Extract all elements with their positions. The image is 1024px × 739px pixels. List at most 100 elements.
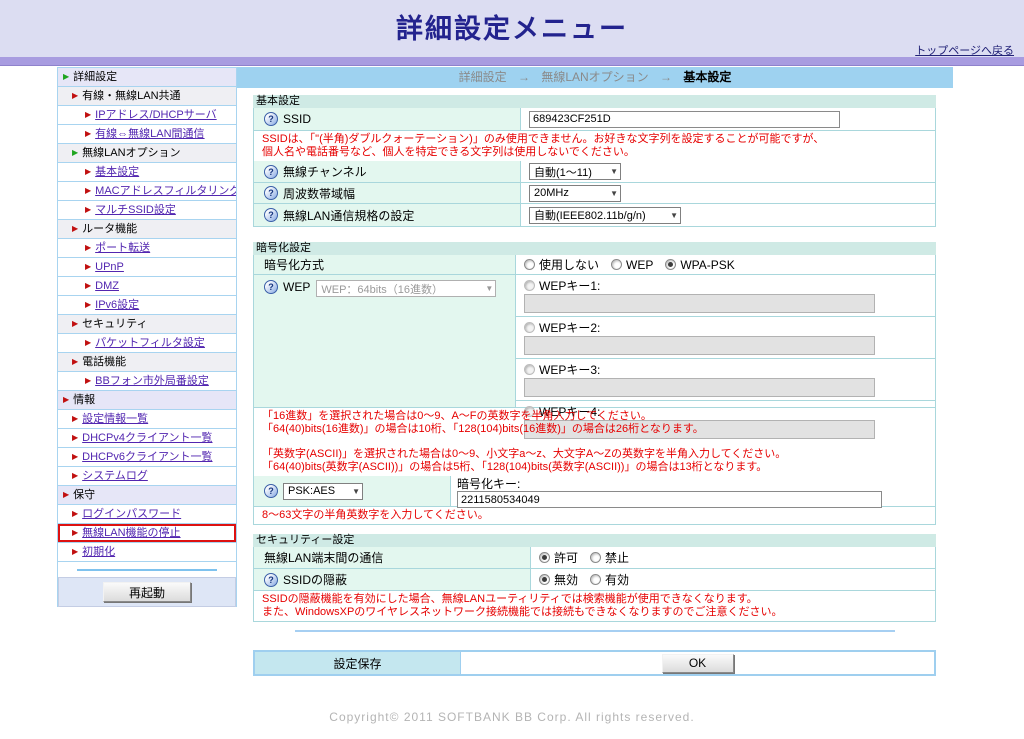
- triangle-icon: ▶: [85, 338, 92, 347]
- sidebar-item-wireless-lan-options: ▶ 無線LANオプション: [58, 144, 236, 163]
- ssid-input[interactable]: [529, 110, 840, 128]
- encryption-settings-caption: 暗号化設定: [253, 242, 936, 255]
- channel-select[interactable]: 自動(1～11): [529, 163, 621, 180]
- sidebar-item-multi-ssid[interactable]: ▶ マルチSSID設定: [58, 201, 236, 220]
- restart-button[interactable]: 再起動: [103, 582, 191, 602]
- header-divider-bar: [0, 57, 1024, 66]
- sidebar-item-upnp[interactable]: ▶ UPnP: [58, 258, 236, 277]
- standard-label-cell: ? 無線LAN通信規格の設定: [254, 204, 521, 226]
- triangle-icon: ▶: [72, 319, 79, 328]
- triangle-icon: ▶: [63, 490, 70, 499]
- ssid-note: SSIDは、「"(半角)ダブルクォーテーション)」のみ使用できません。お好きな文…: [254, 131, 935, 161]
- main-content: 基本設定 ? SSID SSIDは、「"(半角)ダブルクォーテーション)」のみ使…: [253, 95, 936, 622]
- wep-label: WEP: [283, 280, 311, 294]
- radio-stealth-on[interactable]: [590, 574, 602, 585]
- sidebar-item-bbphone-area-code[interactable]: ▶ BBフォン市外局番設定: [58, 372, 236, 391]
- sidebar-item-system-log[interactable]: ▶ システムログ: [58, 467, 236, 486]
- sidebar-item-dhcpv6-clients[interactable]: ▶ DHCPv6クライアント一覧: [58, 448, 236, 467]
- triangle-icon: ▶: [72, 148, 79, 157]
- sidebar-item-phone-functions: ▶ 電話機能: [58, 353, 236, 372]
- triangle-icon: ▶: [85, 186, 92, 195]
- terminal-comm-label-cell: 無線LAN端末間の通信: [254, 547, 531, 568]
- wep-type-select: WEP：64bits（16進数）: [316, 280, 497, 297]
- wep-key-3-input: [524, 378, 875, 397]
- encryption-settings-table: 暗号化方式 使用しない WEP WPA-PSK ? WEP WEP：64bits…: [253, 255, 936, 525]
- ssid-stealth-label: SSIDの隠蔽: [283, 573, 348, 587]
- sidebar-item-port-forwarding[interactable]: ▶ ポート転送: [58, 239, 236, 258]
- triangle-icon: ▶: [72, 452, 79, 461]
- help-icon[interactable]: ?: [264, 208, 278, 222]
- triangle-icon: ▶: [85, 243, 92, 252]
- triangle-icon: ▶: [85, 300, 92, 309]
- triangle-icon: ▶: [63, 395, 70, 404]
- sidebar-item-dmz[interactable]: ▶ DMZ: [58, 277, 236, 296]
- terminal-comm-label: 無線LAN端末間の通信: [264, 551, 384, 565]
- sidebar: ▶ 詳細設定 ▶ 有線・無線LAN共通 ▶ IPアドレス/DHCPサーバ ▶ 有線⇔無線…: [57, 67, 237, 607]
- page-header: 詳細設定メニュー トップページへ戻る: [0, 0, 1024, 57]
- radio-comm-allow[interactable]: [539, 552, 550, 563]
- channel-label-cell: ? 無線チャンネル: [254, 161, 521, 182]
- basic-settings-caption: 基本設定: [253, 95, 936, 108]
- standard-select[interactable]: 自動(IEEE802.11b/g/n): [529, 206, 681, 224]
- radio-wpa-psk[interactable]: [665, 259, 677, 270]
- psk-note: 8～63文字の半角英数字を入力してください。: [254, 507, 935, 524]
- sidebar-item-dhcpv4-clients[interactable]: ▶ DHCPv4クライアント一覧: [58, 429, 236, 448]
- radio-comm-deny[interactable]: [590, 552, 602, 563]
- help-icon[interactable]: ?: [264, 280, 278, 294]
- triangle-icon: ▶: [72, 433, 79, 442]
- sidebar-item-login-password[interactable]: ▶ ログインパスワード: [58, 505, 236, 524]
- radio-wep-key-1: [524, 280, 535, 291]
- sidebar-item-mac-filtering[interactable]: ▶ MACアドレスフィルタリング: [58, 182, 236, 201]
- sidebar-item-stop-wireless-lan[interactable]: ▶ 無線LAN機能の停止: [58, 524, 236, 543]
- triangle-icon: ▶: [72, 414, 79, 423]
- triangle-icon: ▶: [72, 528, 79, 537]
- bandwidth-label: 周波数帯域幅: [283, 186, 356, 201]
- radio-stealth-off[interactable]: [539, 574, 550, 585]
- security-settings-table: 無線LAN端末間の通信 許可 禁止 ? SSIDの隠蔽 無効 有効 SSIDの隠…: [253, 547, 936, 622]
- save-settings-row: 設定保存 OK: [253, 650, 936, 676]
- sidebar-item-router-functions: ▶ ルータ機能: [58, 220, 236, 239]
- wep-key-2-input: [524, 336, 875, 355]
- sidebar-item-wired-wireless-bridge[interactable]: ▶ 有線⇔無線LAN間通信: [58, 125, 236, 144]
- channel-label: 無線チャンネル: [283, 165, 367, 179]
- sidebar-item-basic-settings[interactable]: ▶ 基本設定: [58, 163, 236, 182]
- triangle-icon: ▶: [85, 281, 92, 290]
- breadcrumb-arrow-icon: →: [660, 70, 673, 84]
- help-icon[interactable]: ?: [264, 112, 278, 126]
- back-to-top-link[interactable]: トップページへ戻る: [915, 42, 1014, 58]
- sidebar-item-initialize[interactable]: ▶ 初期化: [58, 543, 236, 562]
- sidebar-item-maintenance: ▶ 保守: [58, 486, 236, 505]
- help-icon[interactable]: ?: [264, 164, 278, 179]
- help-icon[interactable]: ?: [264, 484, 278, 498]
- sidebar-item-wired-wireless-common: ▶ 有線・無線LAN共通: [58, 87, 236, 106]
- sidebar-item-ip-dhcp-server[interactable]: ▶ IPアドレス/DHCPサーバ: [58, 106, 236, 125]
- triangle-icon: ▶: [72, 509, 79, 518]
- ssid-label: SSID: [283, 112, 312, 126]
- triangle-icon: ▶: [63, 72, 70, 81]
- wep-key-1-group: WEPキー1:: [516, 275, 935, 317]
- breadcrumb-current: 基本設定: [683, 70, 732, 84]
- sidebar-item-settings-list[interactable]: ▶ 設定情報一覧: [58, 410, 236, 429]
- triangle-icon: ▶: [72, 224, 79, 233]
- breadcrumb-item: 無線LANオプション: [541, 70, 649, 84]
- radio-wep[interactable]: [611, 259, 623, 270]
- save-settings-label: 設定保存: [255, 652, 461, 674]
- encryption-method-label: 暗号化方式: [264, 258, 325, 272]
- psk-key-input[interactable]: [457, 491, 882, 508]
- psk-type-select[interactable]: PSK:AES: [283, 482, 363, 500]
- triangle-icon: ▶: [85, 110, 92, 119]
- sidebar-item-packet-filter[interactable]: ▶ パケットフィルタ設定: [58, 334, 236, 353]
- encryption-method-label-cell: 暗号化方式: [254, 255, 516, 274]
- bandwidth-select[interactable]: 20MHz: [529, 184, 621, 202]
- radio-no-encryption[interactable]: [524, 259, 535, 270]
- breadcrumb-item: 詳細設定: [458, 70, 507, 84]
- stealth-note: SSIDの隠蔽機能を有効にした場合、無線LANユーティリティでは検索機能が使用で…: [254, 591, 935, 621]
- help-icon[interactable]: ?: [264, 572, 278, 587]
- copyright-text: Copyright© 2011 SOFTBANK BB Corp. All ri…: [329, 710, 695, 724]
- breadcrumb: 詳細設定 → 無線LANオプション → 基本設定: [237, 67, 953, 88]
- sidebar-divider: [77, 569, 217, 571]
- ok-button[interactable]: OK: [661, 653, 734, 673]
- sidebar-item-ipv6[interactable]: ▶ IPv6設定: [58, 296, 236, 315]
- help-icon[interactable]: ?: [264, 186, 278, 200]
- triangle-icon: ▶: [72, 471, 79, 480]
